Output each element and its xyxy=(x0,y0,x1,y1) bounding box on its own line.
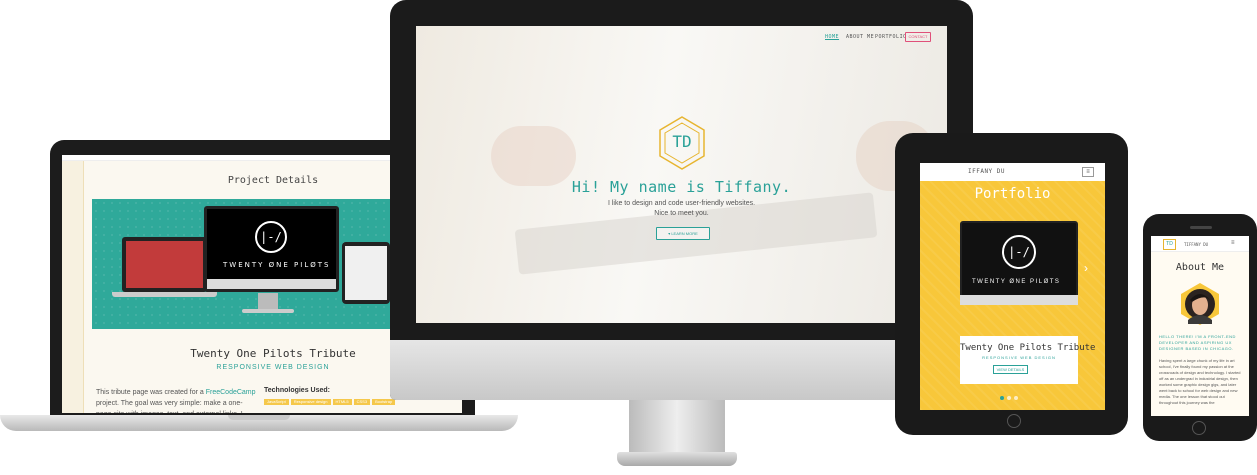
portfolio-card-title: Twenty One Pilots Tribute xyxy=(960,343,1096,353)
hamburger-menu-icon[interactable]: ≡ xyxy=(1231,240,1235,246)
band-logo-icon: |-/ xyxy=(1002,235,1036,269)
portfolio-card-subtitle: RESPONSIVE WEB DESIGN xyxy=(982,355,1056,360)
tablet-home-button xyxy=(1007,414,1021,428)
phone-navbar: TD TIFFANY DU ≡ xyxy=(1151,236,1249,252)
laptop-notch xyxy=(228,415,290,420)
band-name: TWENTY ØNE PILØTS xyxy=(972,279,1061,285)
band-logo-icon: |-/ xyxy=(255,221,287,253)
hamburger-menu-icon[interactable]: ≡ xyxy=(1082,167,1094,177)
mockup-laptop xyxy=(122,237,207,292)
portfolio-title: Portfolio xyxy=(974,186,1051,202)
nav-contact-button[interactable]: CONTACT xyxy=(905,32,931,42)
mockup-laptop-base xyxy=(112,292,217,297)
tech-tag: JavaScript xyxy=(264,399,289,405)
nav-about-me[interactable]: ABOUT ME xyxy=(846,34,874,40)
tablet-brand[interactable]: IFFANY DU xyxy=(968,168,1005,175)
tablet-navbar: IFFANY DU ≡ xyxy=(920,163,1105,181)
hero-title: Hi! My name is Tiffany. xyxy=(571,178,792,196)
project-description: This tribute page was created for a Free… xyxy=(96,387,256,413)
tech-tag: HTML5 xyxy=(332,399,352,405)
desktop-monitor: HOME ABOUT ME PORTFOLIO CONTACT TD Hi! M… xyxy=(390,0,973,400)
imac-stand xyxy=(629,400,725,455)
td-logo-text: TD xyxy=(672,132,692,151)
carousel-dot[interactable] xyxy=(1014,396,1018,400)
about-me-title: About Me xyxy=(1175,262,1225,273)
carousel-indicators xyxy=(1000,396,1030,402)
phone-home-button xyxy=(1192,421,1206,435)
top-navigation: HOME ABOUT ME PORTFOLIO CONTACT xyxy=(416,32,947,44)
about-intro: HELLO THERE! I'M A FRONT-END DEVELOPER A… xyxy=(1159,334,1236,351)
avatar xyxy=(1178,282,1222,326)
portfolio-slide-monitor: |-/ TWENTY ØNE PILØTS xyxy=(960,221,1078,305)
view-details-button[interactable]: VIEW DETAILS xyxy=(993,365,1028,374)
tech-tag: Responsive design xyxy=(290,399,331,405)
technologies-label: Technologies Used: xyxy=(264,387,330,394)
mockup-tablet xyxy=(342,242,390,304)
imac-foot xyxy=(617,452,737,466)
portfolio-card: Twenty One Pilots Tribute RESPONSIVE WEB… xyxy=(960,336,1096,384)
phone-screen: TD TIFFANY DU ≡ About Me HELLO THERE! I'… xyxy=(1151,236,1249,416)
laptop-sidebar xyxy=(62,161,84,413)
tech-tag: CSS3 xyxy=(353,399,371,405)
phone-brand[interactable]: TIFFANY DU xyxy=(1184,242,1208,247)
hero-greeting: Nice to meet you. xyxy=(654,210,709,217)
portfolio-slide-monitor-chin xyxy=(960,295,1078,305)
freecodecamp-link[interactable]: FreeCodeCamp xyxy=(206,389,256,396)
nav-portfolio[interactable]: PORTFOLIO xyxy=(875,34,907,40)
monitor-chin xyxy=(390,340,973,400)
project-description-text-cont: project. The goal was very simple: make … xyxy=(96,400,243,413)
td-logo-icon[interactable]: TD xyxy=(1163,239,1176,250)
mockup-monitor-screen: |-/ TWENTY ØNE PILØTS xyxy=(207,209,336,279)
td-logo-icon: TD xyxy=(655,116,709,170)
desktop-screen: HOME ABOUT ME PORTFOLIO CONTACT TD Hi! M… xyxy=(416,26,947,323)
mockup-monitor-chin xyxy=(207,279,336,289)
hero-background-hand-left xyxy=(491,126,576,186)
phone-speaker xyxy=(1190,226,1212,229)
project-description-text: This tribute page was created for a xyxy=(96,389,206,396)
mockup-laptop-screen xyxy=(126,241,203,288)
tablet-screen: IFFANY DU ≡ Portfolio |-/ TWENTY ØNE PIL… xyxy=(920,163,1105,410)
carousel-next-arrow-icon[interactable]: › xyxy=(1084,261,1088,275)
learn-more-button[interactable]: ▾ LEARN MORE xyxy=(656,227,710,240)
carousel-dot[interactable] xyxy=(1007,396,1011,400)
about-body: Having spent a large chunk of my life in… xyxy=(1159,358,1241,405)
nav-home[interactable]: HOME xyxy=(825,34,839,40)
mockup-monitor-foot xyxy=(242,309,294,313)
mockup-tablet-screen xyxy=(345,246,387,300)
mockup-monitor: |-/ TWENTY ØNE PILØTS xyxy=(204,206,339,292)
carousel-dot[interactable] xyxy=(1000,396,1004,400)
band-name: TWENTY ØNE PILØTS xyxy=(223,261,331,269)
hero-tagline: I like to design and code user-friendly … xyxy=(607,200,756,207)
